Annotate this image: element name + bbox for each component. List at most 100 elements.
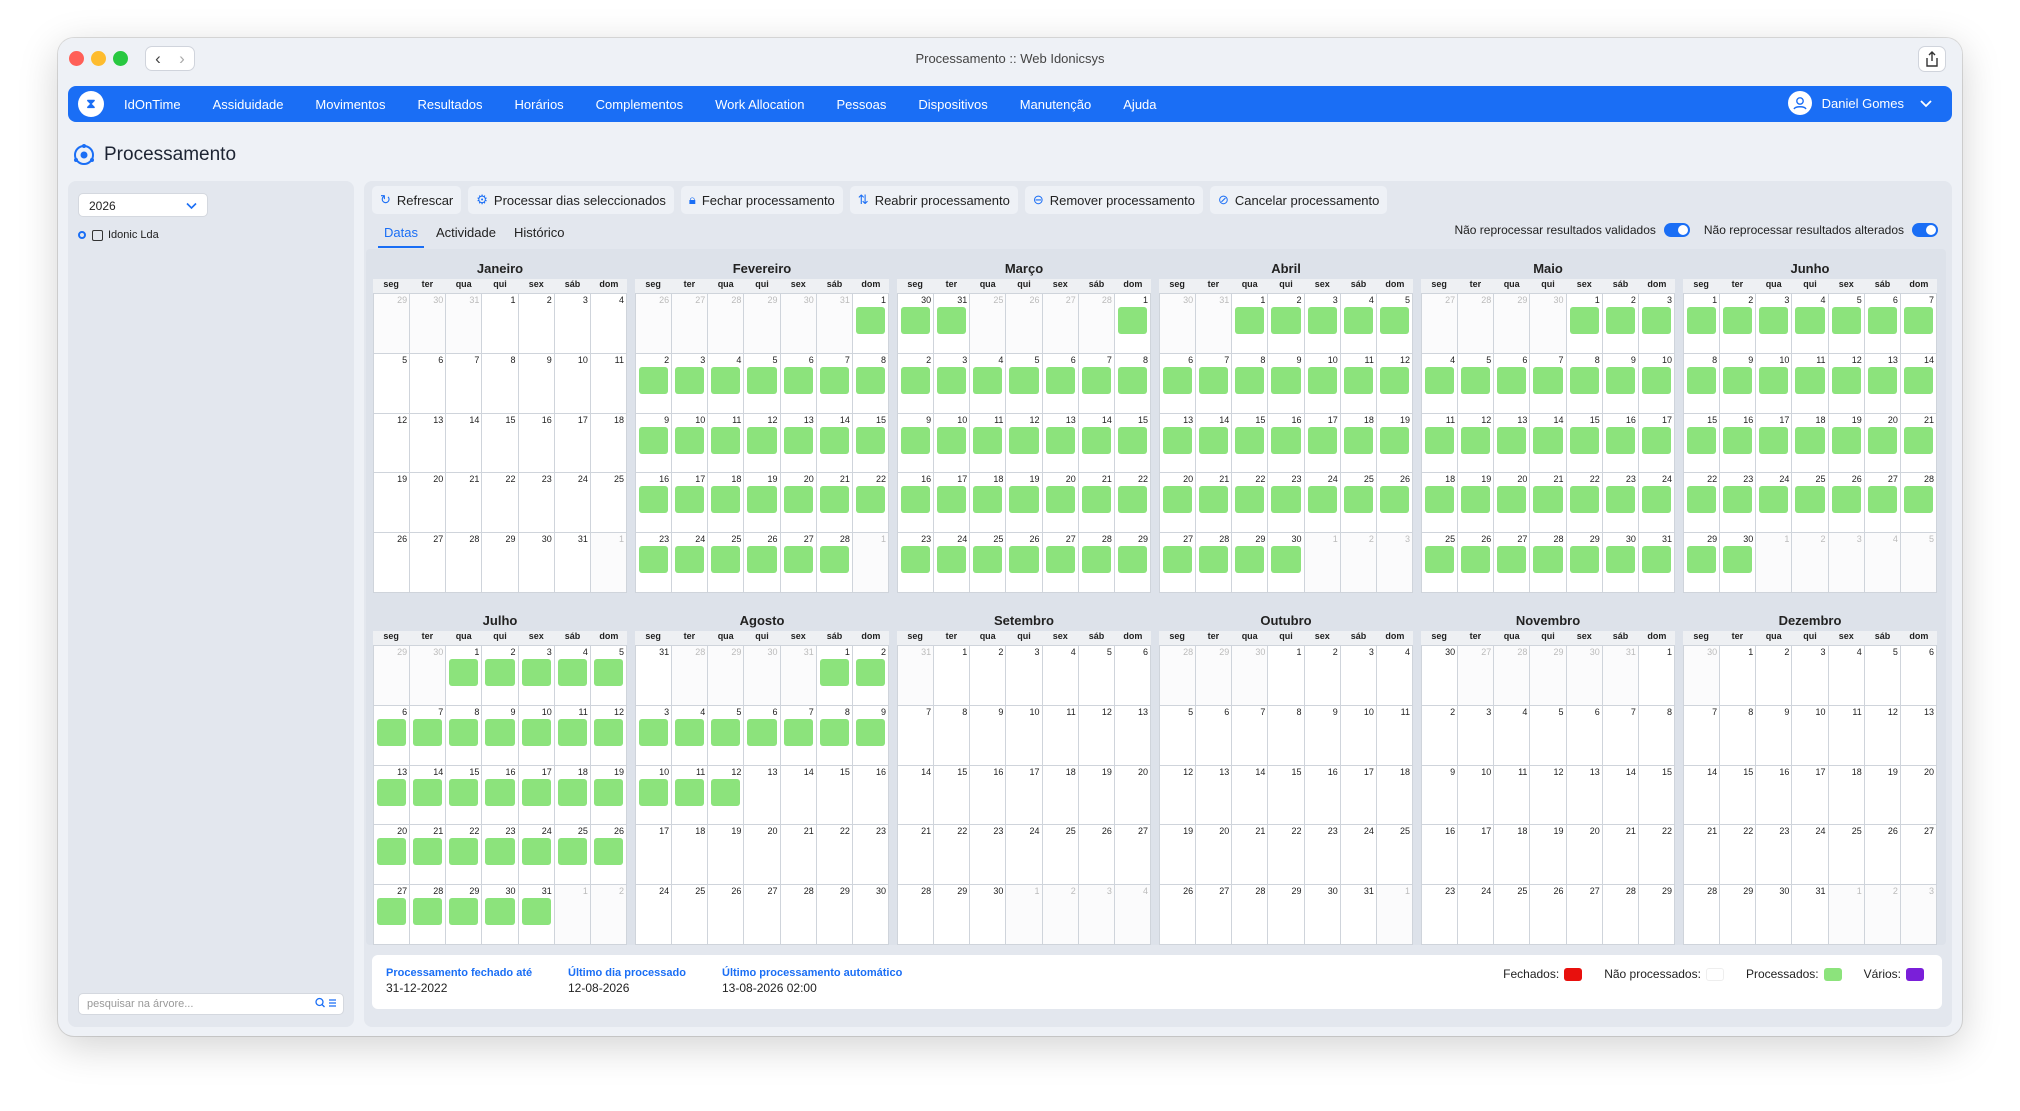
calendar-day[interactable]: 1 [482, 294, 519, 354]
calendar-day[interactable]: 12 [1376, 353, 1413, 414]
calendar-day[interactable]: 17 [1756, 413, 1793, 474]
calendar-day[interactable]: 31 [1340, 885, 1377, 945]
tab-histrico[interactable]: Histórico [508, 221, 571, 248]
calendar-day[interactable]: 4 [1828, 646, 1865, 706]
calendar-day[interactable]: 12 [1530, 765, 1567, 826]
calendar-day[interactable]: 13 [780, 413, 817, 474]
calendar-day[interactable]: 11 [1494, 765, 1531, 826]
calendar-day[interactable]: 28 [1684, 885, 1721, 945]
toolbar-button-lock[interactable]: 🔒︎ Fechar processamento [680, 186, 843, 214]
calendar-day[interactable]: 3 [1792, 646, 1829, 706]
calendar-day[interactable]: 5 [1864, 646, 1901, 706]
calendar-day[interactable]: 15 [1232, 413, 1269, 474]
calendar-day[interactable]: 30 [482, 885, 519, 945]
calendar-day[interactable]: 25 [1340, 473, 1377, 534]
calendar-day[interactable]: 12 [590, 705, 627, 766]
calendar-day[interactable]: 15 [1638, 765, 1675, 826]
calendar-day[interactable]: 22 [1566, 473, 1603, 534]
calendar-day[interactable]: 26 [1006, 533, 1043, 593]
calendar-day[interactable]: 11 [708, 413, 745, 474]
calendar-day[interactable]: 10 [934, 413, 971, 474]
calendar-day[interactable]: 25 [1828, 825, 1865, 886]
calendar-day[interactable]: 2 [1422, 705, 1459, 766]
calendar-day[interactable]: 15 [934, 765, 971, 826]
calendar-day[interactable]: 12 [1458, 413, 1495, 474]
calendar-day[interactable]: 29 [1720, 885, 1757, 945]
calendar-day[interactable]: 10 [1792, 705, 1829, 766]
calendar-day[interactable]: 9 [518, 353, 555, 414]
calendar-day[interactable]: 14 [1684, 765, 1721, 826]
calendar-day[interactable]: 11 [1828, 705, 1865, 766]
calendar-day[interactable]: 2 [1602, 294, 1639, 354]
calendar-day[interactable]: 23 [970, 825, 1007, 886]
calendar-day[interactable]: 5 [1376, 294, 1413, 354]
calendar-day[interactable]: 14 [780, 765, 817, 826]
calendar-day[interactable]: 11 [1792, 353, 1829, 414]
calendar-day[interactable]: 16 [1602, 413, 1639, 474]
calendar-day[interactable]: 10 [1006, 705, 1043, 766]
calendar-day[interactable]: 30 [852, 885, 889, 945]
calendar-day[interactable]: 27 [1160, 533, 1197, 593]
calendar-day[interactable]: 29 [1566, 533, 1603, 593]
nav-item-dispositivos[interactable]: Dispositivos [918, 97, 987, 112]
calendar-day[interactable]: 22 [816, 825, 853, 886]
share-button[interactable] [1918, 46, 1946, 72]
calendar-day[interactable]: 13 [1160, 413, 1197, 474]
calendar-day[interactable]: 18 [554, 765, 591, 826]
calendar-day[interactable]: 29 [1268, 885, 1305, 945]
calendar-day[interactable]: 12 [1078, 705, 1115, 766]
calendar-day[interactable]: 25 [708, 533, 745, 593]
calendar-day[interactable]: 8 [1638, 705, 1675, 766]
calendar-day[interactable]: 12 [374, 413, 411, 474]
calendar-day[interactable]: 7 [816, 353, 853, 414]
calendar-day[interactable]: 6 [1494, 353, 1531, 414]
calendar-day[interactable]: 18 [1340, 413, 1377, 474]
calendar-day[interactable]: 18 [1376, 765, 1413, 826]
calendar-day[interactable]: 28 [816, 533, 853, 593]
nav-item-work-allocation[interactable]: Work Allocation [715, 97, 804, 112]
calendar-day[interactable]: 7 [1602, 705, 1639, 766]
calendar-day[interactable]: 23 [482, 825, 519, 886]
calendar-day[interactable]: 21 [1232, 825, 1269, 886]
calendar-day[interactable]: 11 [1422, 413, 1459, 474]
calendar-day[interactable]: 12 [1160, 765, 1197, 826]
calendar-day[interactable]: 19 [590, 765, 627, 826]
calendar-day[interactable]: 14 [1196, 413, 1233, 474]
calendar-day[interactable]: 26 [1160, 885, 1197, 945]
calendar-day[interactable]: 24 [1340, 825, 1377, 886]
calendar-day[interactable]: 8 [934, 705, 971, 766]
calendar-day[interactable]: 30 [1304, 885, 1341, 945]
calendar-day[interactable]: 28 [1530, 533, 1567, 593]
calendar-day[interactable]: 2 [1756, 646, 1793, 706]
calendar-day[interactable]: 4 [1376, 646, 1413, 706]
calendar-day[interactable]: 17 [1638, 413, 1675, 474]
calendar-day[interactable]: 3 [1304, 294, 1341, 354]
calendar-day[interactable]: 9 [482, 705, 519, 766]
calendar-day[interactable]: 25 [554, 825, 591, 886]
calendar-day[interactable]: 14 [816, 413, 853, 474]
nav-item-idontime[interactable]: IdOnTime [124, 97, 181, 112]
calendar-day[interactable]: 24 [1458, 885, 1495, 945]
calendar-day[interactable]: 21 [1684, 825, 1721, 886]
nav-item-manutenção[interactable]: Manutenção [1020, 97, 1092, 112]
year-select[interactable]: 2026 [78, 193, 208, 217]
calendar-day[interactable]: 31 [1792, 885, 1829, 945]
toggle-switch[interactable] [1912, 223, 1938, 237]
calendar-day[interactable]: 4 [1792, 294, 1829, 354]
calendar-day[interactable]: 14 [1602, 765, 1639, 826]
calendar-day[interactable]: 13 [1864, 353, 1901, 414]
calendar-day[interactable]: 24 [934, 533, 971, 593]
calendar-day[interactable]: 14 [1530, 413, 1567, 474]
calendar-day[interactable]: 5 [590, 646, 627, 706]
calendar-day[interactable]: 18 [1828, 765, 1865, 826]
calendar-day[interactable]: 17 [1340, 765, 1377, 826]
calendar-day[interactable]: 12 [708, 765, 745, 826]
calendar-day[interactable]: 15 [1114, 413, 1151, 474]
calendar-day[interactable]: 2 [852, 646, 889, 706]
calendar-day[interactable]: 18 [1422, 473, 1459, 534]
calendar-day[interactable]: 17 [1006, 765, 1043, 826]
calendar-day[interactable]: 24 [1756, 473, 1793, 534]
calendar-day[interactable]: 22 [446, 825, 483, 886]
calendar-day[interactable]: 3 [672, 353, 709, 414]
calendar-day[interactable]: 1 [1232, 294, 1269, 354]
